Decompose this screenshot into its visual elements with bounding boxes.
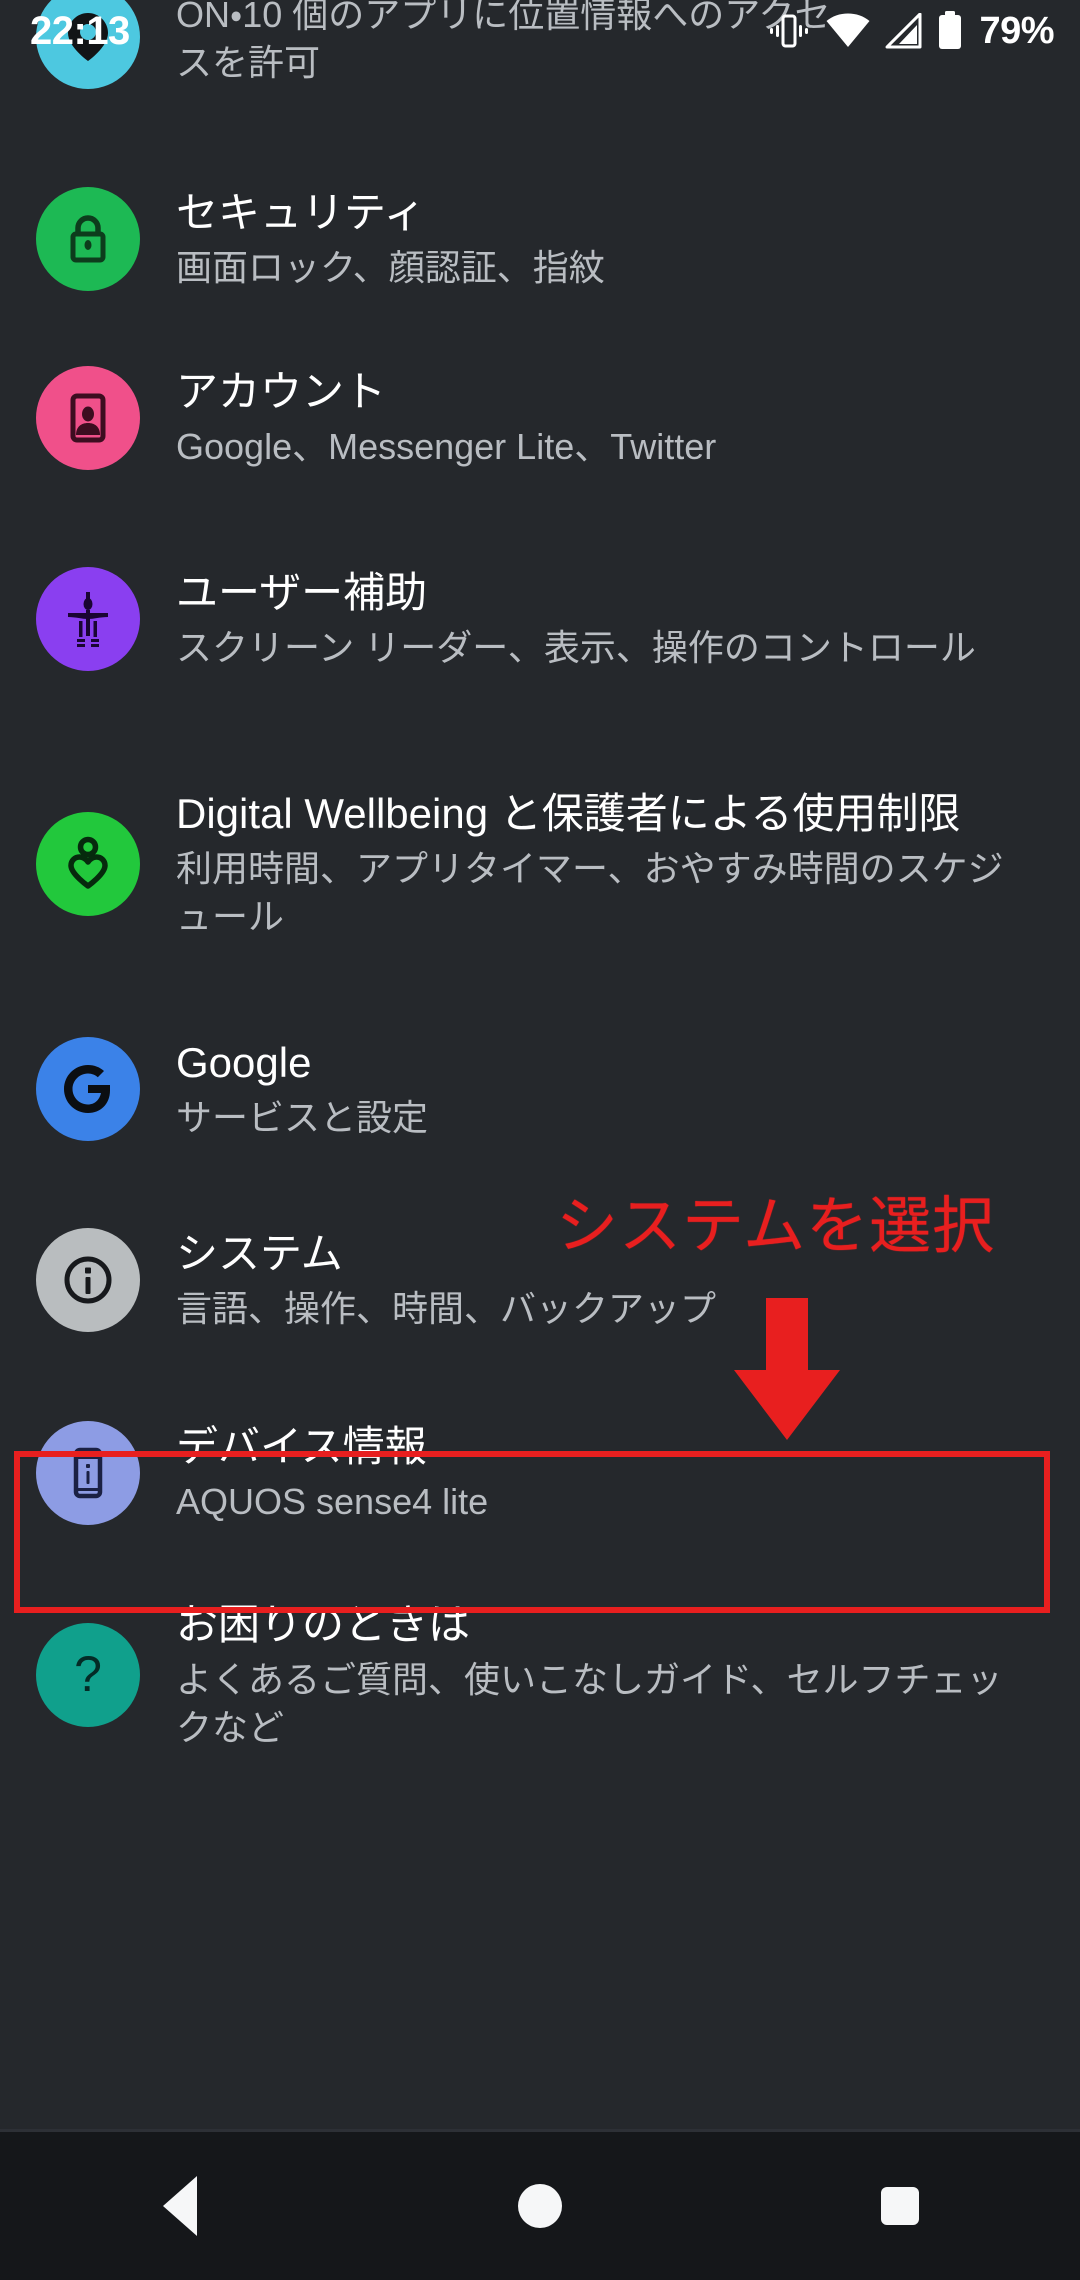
settings-row-text: デバイス情報 AQUOS sense4 lite xyxy=(176,1420,1044,1526)
settings-row-title: Digital Wellbeing と保護者による使用制限 xyxy=(176,790,961,837)
settings-row-subtitle: AQUOS sense4 lite xyxy=(176,1480,489,1522)
settings-row-text: ユーザー補助 スクリーン リーダー、表示、操作のコントロール xyxy=(176,566,1044,672)
settings-row-text: Google サービスと設定 xyxy=(176,1036,1044,1142)
annotation-down-arrow-icon xyxy=(734,1298,840,1440)
wellbeing-heart-glyph xyxy=(68,836,108,889)
google-g-glyph xyxy=(64,1065,110,1113)
settings-row-accessibility[interactable]: ユーザー補助 スクリーン リーダー、表示、操作のコントロール xyxy=(0,508,1080,730)
wifi-icon xyxy=(826,13,870,47)
phone-device-icon xyxy=(36,1420,140,1525)
settings-row-title: デバイス情報 xyxy=(176,1422,427,1470)
settings-row-subtitle: Google、Messenger Lite、Twitter xyxy=(176,426,717,467)
phone-screen: 22:13 79% ON・10 個のアプリに位置情報へのアクセ スを許可 セキュ… xyxy=(0,0,1080,2280)
settings-row-digital-wellbeing[interactable]: Digital Wellbeing と保護者による使用制限 利用時間、アプリタイ… xyxy=(0,730,1080,998)
question-mark-glyph: ? xyxy=(74,1647,102,1702)
vibrate-icon xyxy=(770,14,809,48)
nav-back-button[interactable] xyxy=(90,2132,270,2280)
settings-row-security[interactable]: セキュリティ 画面ロック、顔認証、指紋 xyxy=(0,150,1080,328)
settings-row-subtitle: 画面ロック、顔認証、指紋 xyxy=(176,247,605,288)
settings-row-subtitle: スクリーン リーダー、表示、操作のコントロール xyxy=(176,627,976,668)
settings-row-text: アカウント Google、Messenger Lite、Twitter xyxy=(176,365,1044,471)
settings-row-title: Google xyxy=(176,1039,312,1086)
status-bar: 22:13 79% xyxy=(0,0,1080,62)
settings-row-text: お困りのときは よくあるご質問、使いこなしガイド、セルフチェックなど xyxy=(176,1598,1044,1752)
phone-device-glyph xyxy=(73,1447,103,1498)
accessibility-icon xyxy=(36,567,140,671)
nav-recents-button[interactable] xyxy=(810,2132,990,2280)
info-circle-icon xyxy=(36,1228,140,1332)
settings-row-title: アカウント xyxy=(176,368,387,415)
recents-square-icon xyxy=(881,2187,919,2225)
account-badge-icon xyxy=(36,366,140,470)
battery-percent-label: 79% xyxy=(979,10,1054,52)
status-bar-clock: 22:13 xyxy=(30,9,130,53)
settings-row-title: ユーザー補助 xyxy=(176,569,428,616)
navigation-bar xyxy=(0,2132,1080,2280)
back-triangle-icon xyxy=(163,2176,197,2236)
settings-row-text: セキュリティ 画面ロック、顔認証、指紋 xyxy=(176,186,1044,292)
settings-row-subtitle: サービスと設定 xyxy=(176,1097,429,1138)
cellular-signal-icon xyxy=(885,13,922,49)
nav-home-button[interactable] xyxy=(450,2132,630,2280)
info-circle-glyph xyxy=(64,1256,112,1304)
accessibility-glyph xyxy=(68,592,108,647)
status-bar-icons: 79% xyxy=(767,11,1054,51)
settings-row-text: Digital Wellbeing と保護者による使用制限 利用時間、アプリタイ… xyxy=(176,787,1044,941)
settings-row-google[interactable]: Google サービスと設定 xyxy=(0,998,1080,1180)
annotation-text: システムを選択 xyxy=(556,1192,996,1261)
account-badge-glyph xyxy=(70,393,106,443)
settings-row-title: セキュリティ xyxy=(176,189,426,236)
settings-row-title: お困りのときは xyxy=(176,1601,471,1648)
settings-row-subtitle: 利用時間、アプリタイマー、おやすみ時間のスケジュール xyxy=(176,848,1004,937)
question-mark-icon: ? xyxy=(36,1623,140,1727)
settings-row-subtitle: よくあるご質問、使いこなしガイド、セルフチェックなど xyxy=(176,1659,1003,1748)
settings-list[interactable]: セキュリティ 画面ロック、顔認証、指紋 アカウント Google、Messeng… xyxy=(0,150,1080,1785)
battery-icon xyxy=(939,11,962,49)
lock-glyph xyxy=(70,215,106,263)
home-circle-icon xyxy=(518,2184,562,2228)
settings-row-accounts[interactable]: アカウント Google、Messenger Lite、Twitter xyxy=(0,328,1080,508)
wellbeing-heart-icon xyxy=(36,812,140,916)
settings-row-subtitle: 言語、操作、時間、バックアップ xyxy=(176,1288,717,1329)
svg-text:?: ? xyxy=(74,1647,102,1702)
settings-row-device-info[interactable]: デバイス情報 AQUOS sense4 lite xyxy=(0,1380,1080,1565)
google-g-icon xyxy=(36,1037,140,1141)
settings-row-help[interactable]: ? お困りのときは よくあるご質問、使いこなしガイド、セルフチェックなど xyxy=(0,1565,1080,1785)
lock-icon xyxy=(36,187,140,291)
